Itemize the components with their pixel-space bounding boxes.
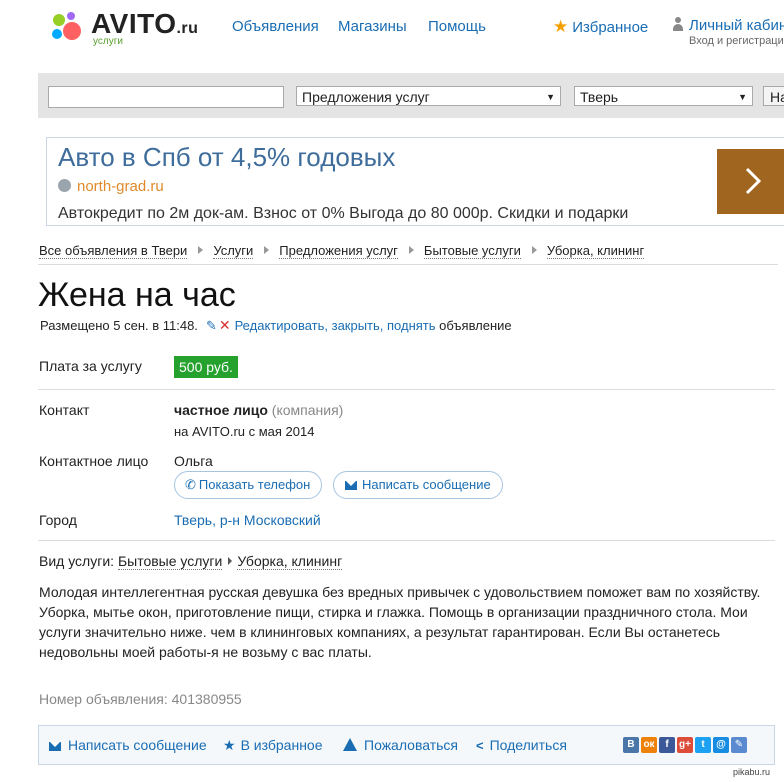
envelope-icon xyxy=(49,742,61,751)
logo-subtitle: услуги xyxy=(93,36,123,47)
write-message-action[interactable]: Написать сообщение xyxy=(49,737,207,753)
breadcrumb-separator-icon xyxy=(198,246,204,254)
cabinet-link[interactable]: Личный кабинет xyxy=(672,17,784,34)
search-bar: Предложения услуг▼ Тверь▼ Найти xyxy=(38,73,784,118)
odnoklassniki-icon[interactable]: ок xyxy=(641,737,657,753)
breadcrumb-item[interactable]: Уборка, клининг xyxy=(546,243,645,259)
price-label: Плата за услугу xyxy=(39,358,142,374)
ad-arrow-button[interactable] xyxy=(717,149,784,214)
add-favorite-action[interactable]: ★ В избранное xyxy=(223,737,323,754)
share-icon: < xyxy=(476,738,484,753)
service-kind: Вид услуги: Бытовые услуги Уборка, клинин… xyxy=(39,553,343,570)
avito-logo-icon xyxy=(52,12,81,40)
breadcrumb-separator-icon xyxy=(408,246,414,254)
livejournal-icon[interactable]: ✎ xyxy=(731,737,747,753)
envelope-icon xyxy=(345,481,357,490)
city-select[interactable]: Тверь ▼ xyxy=(574,86,753,106)
mailru-icon[interactable]: @ xyxy=(713,737,729,753)
ad-banner[interactable]: Авто в Спб от 4,5% годовых north-grad.ru… xyxy=(46,137,784,226)
divider xyxy=(38,264,778,265)
contact-person-name: Ольга xyxy=(174,453,213,469)
vk-icon[interactable]: В xyxy=(623,737,639,753)
ad-text: Автокредит по 2м док-ам. Взнос от 0% Выг… xyxy=(58,205,629,222)
service-kind-link[interactable]: Уборка, клининг xyxy=(237,553,343,570)
breadcrumb-item[interactable]: Предложения услуг xyxy=(279,243,398,259)
price-badge: 500 руб. xyxy=(174,356,238,378)
favorites-link[interactable]: ★ Избранное xyxy=(553,17,648,37)
divider xyxy=(38,540,775,541)
actions-bar: Написать сообщение ★ В избранное Пожалова… xyxy=(38,725,775,765)
city-label: Город xyxy=(39,512,77,528)
login-register-link[interactable]: Вход и регистрация xyxy=(689,35,784,47)
nav-ads[interactable]: Объявления xyxy=(232,18,319,35)
ad-title[interactable]: Авто в Спб от 4,5% годовых xyxy=(58,142,395,173)
star-icon: ★ xyxy=(223,737,236,753)
ad-number: Номер объявления: 401380955 xyxy=(39,691,242,707)
contact-label: Контакт xyxy=(39,402,90,418)
breadcrumb-separator-icon xyxy=(264,246,270,254)
breadcrumb-item[interactable]: Бытовые услуги xyxy=(423,243,521,259)
chevron-right-icon xyxy=(745,167,761,195)
write-message-button[interactable]: Написать сообщение xyxy=(333,471,503,499)
nav-help[interactable]: Помощь xyxy=(428,18,486,35)
show-phone-button[interactable]: ✆ Показать телефон xyxy=(174,471,322,499)
twitter-icon[interactable]: t xyxy=(695,737,711,753)
breadcrumb-item[interactable]: Все объявления в Твери xyxy=(39,243,188,259)
chevron-down-icon: ▼ xyxy=(546,92,555,102)
watermark: pikabu.ru xyxy=(733,767,771,777)
breadcrumb-item[interactable]: Услуги xyxy=(213,243,254,259)
posted-meta: Размещено 5 сен. в 11:48. ✎ ✕ Редактировать… xyxy=(40,317,512,333)
page-title: Жена на час xyxy=(38,276,236,314)
member-since: на AVITO.ru с мая 2014 xyxy=(174,424,315,439)
breadcrumb: Все объявления в Твери Услуги Предложения … xyxy=(39,243,645,259)
chevron-down-icon: ▼ xyxy=(738,92,747,102)
contact-value: частное лицо (компания) xyxy=(174,402,344,418)
share-action[interactable]: < Поделиться xyxy=(476,737,567,753)
search-input[interactable] xyxy=(48,86,284,108)
phone-icon: ✆ xyxy=(185,477,196,492)
facebook-icon[interactable]: f xyxy=(659,737,675,753)
find-button[interactable]: Найти xyxy=(763,86,784,106)
complain-action[interactable]: Пожаловаться xyxy=(343,737,458,753)
description: Молодая интеллегентная русская девушка б… xyxy=(39,584,761,660)
avito-logo[interactable]: AVITO.ru услуги xyxy=(47,6,217,47)
service-kind-link[interactable]: Бытовые услуги xyxy=(117,553,223,570)
google-plus-icon[interactable]: g+ xyxy=(677,737,693,753)
pencil-icon[interactable]: ✎ xyxy=(206,318,217,333)
category-select[interactable]: Предложения услуг ▼ xyxy=(296,86,561,106)
breadcrumb-separator-icon xyxy=(531,246,537,254)
close-icon[interactable]: ✕ xyxy=(219,317,231,333)
city-link[interactable]: Тверь, р-н Московский xyxy=(174,512,321,528)
header: AVITO.ru услуги Объявления Магазины Помо… xyxy=(0,0,784,52)
warning-icon xyxy=(343,738,357,751)
edit-link[interactable]: Редактировать, закрыть, поднять xyxy=(235,318,436,333)
contact-person-label: Контактное лицо xyxy=(39,453,149,469)
globe-icon xyxy=(58,179,71,192)
star-icon: ★ xyxy=(553,17,569,36)
arrow-right-icon xyxy=(228,557,233,565)
nav-shops[interactable]: Магазины xyxy=(338,18,407,35)
ad-site[interactable]: north-grad.ru xyxy=(58,178,164,195)
user-icon xyxy=(672,17,684,31)
divider xyxy=(38,389,775,390)
